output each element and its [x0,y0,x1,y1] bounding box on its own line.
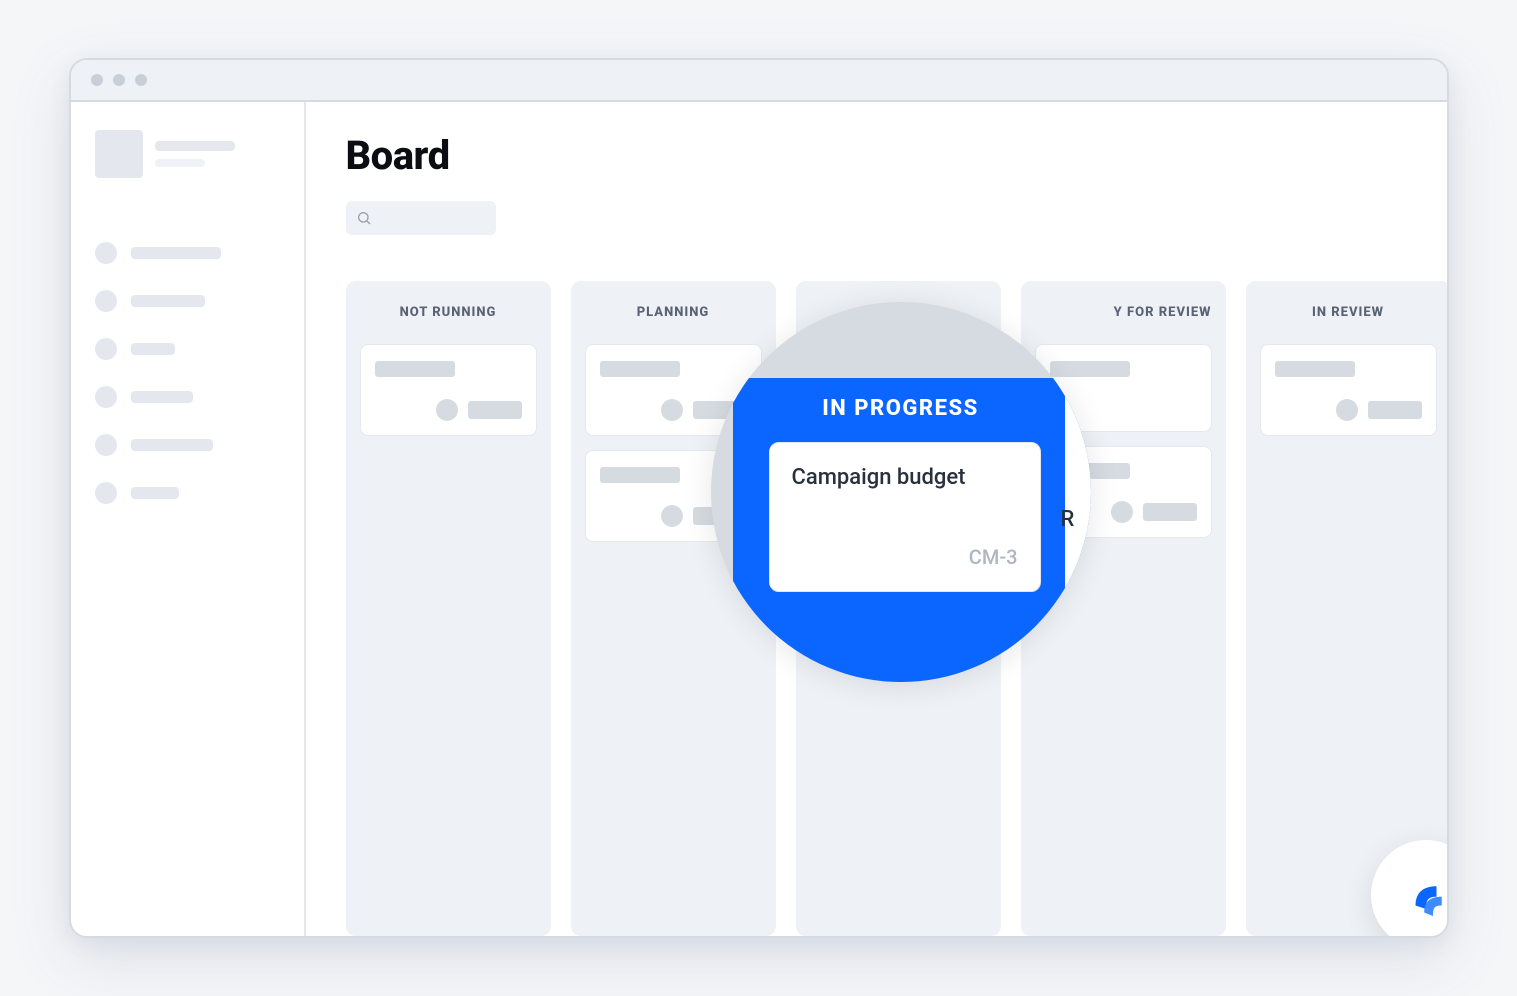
column-header: IN REVIEW [1260,299,1437,330]
avatar [661,399,683,421]
avatar [661,505,683,527]
sidebar-item[interactable] [95,482,280,504]
placeholder-title [600,467,680,483]
sidebar-item[interactable] [95,434,280,456]
sidebar-header [95,130,280,178]
window-dot [91,74,103,86]
sidebar-item-label [131,439,213,451]
card-issue-key: CM-3 [792,545,1018,569]
card-title: Campaign budget [792,465,1018,490]
page-title: Board [346,132,1407,179]
placeholder-line [155,141,235,151]
sidebar-item[interactable] [95,338,280,360]
sidebar-item[interactable] [95,290,280,312]
sidebar-item-label [131,391,193,403]
sidebar-item-label [131,343,175,355]
magnified-column-header: IN PROGRESS [711,396,1091,421]
column-in-review[interactable]: IN REVIEW [1246,281,1449,936]
sidebar-item-icon [95,434,117,456]
column-not-running[interactable]: NOT RUNNING [346,281,551,936]
search-input[interactable] [346,201,496,235]
placeholder-line [155,159,205,167]
magnified-card[interactable]: Campaign budget CM-3 [769,442,1041,592]
brand-logo-icon [1398,867,1449,923]
placeholder-title [375,361,455,377]
placeholder-tag [1368,401,1422,419]
window-dot [113,74,125,86]
magnifier-overlay: IN PROGRESS Campaign budget CM-3 R [711,302,1091,682]
avatar [436,399,458,421]
placeholder-title [600,361,680,377]
kanban-card[interactable] [360,344,537,436]
sidebar-item[interactable] [95,242,280,264]
placeholder-tag [1143,503,1197,521]
sidebar [71,102,306,936]
magnified-peek-text: R [1061,507,1091,537]
placeholder-tag [468,401,522,419]
app-window: Board NOT RUNNING [69,58,1449,938]
sidebar-item-icon [95,290,117,312]
column-header: NOT RUNNING [360,299,537,330]
sidebar-item-label [131,247,221,259]
sidebar-item-label [131,295,205,307]
project-avatar [95,130,143,178]
placeholder-title [1275,361,1355,377]
avatar [1336,399,1358,421]
window-chrome [71,60,1447,102]
avatar [1111,501,1133,523]
sidebar-item[interactable] [95,386,280,408]
kanban-card[interactable] [1260,344,1437,436]
window-dot [135,74,147,86]
sidebar-item-icon [95,338,117,360]
sidebar-item-label [131,487,179,499]
sidebar-item-icon [95,386,117,408]
search-icon [356,210,372,226]
sidebar-item-icon [95,482,117,504]
sidebar-item-icon [95,242,117,264]
